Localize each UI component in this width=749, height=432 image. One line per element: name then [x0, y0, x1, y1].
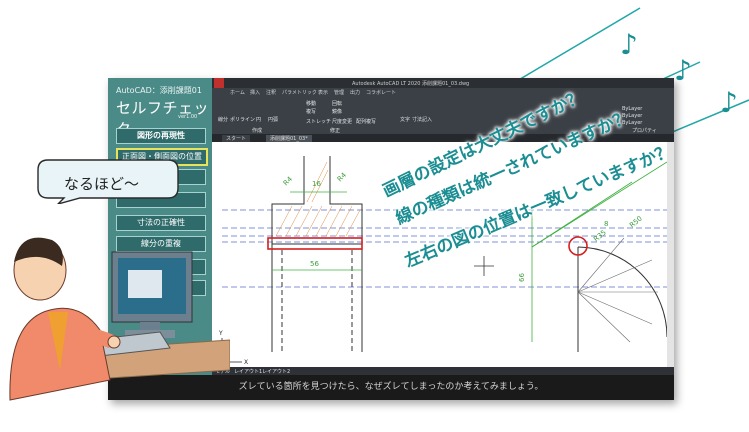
tool-circle[interactable]: 円: [256, 116, 261, 123]
layout-tab-2[interactable]: レイアウト2: [262, 368, 290, 375]
tool-stretch[interactable]: ストレッチ: [306, 118, 331, 125]
music-note-icon-3: ♪: [720, 86, 738, 119]
tab-collaborate[interactable]: コラボレート: [366, 89, 396, 96]
tool-scale[interactable]: 尺度変更: [332, 118, 352, 125]
vertical-scrollbar[interactable]: [667, 142, 674, 367]
tool-text[interactable]: 文字: [400, 116, 410, 123]
dim-56: 56: [310, 260, 319, 268]
tab-manage[interactable]: 管理: [334, 89, 344, 96]
window-title: Autodesk AutoCAD LT 2020 添削課題01_03.dwg: [352, 81, 470, 87]
dim-r35: R35: [592, 229, 608, 244]
app-label: AutoCAD：添削課題01: [116, 86, 202, 95]
tool-array[interactable]: 配列複写: [356, 118, 376, 125]
dim-r4-b: R4: [336, 171, 349, 184]
file-tab-start[interactable]: スタート: [222, 135, 251, 142]
version-label: ver1.00: [178, 114, 198, 120]
dim-66: 66: [518, 273, 526, 282]
dim-r50: R50: [628, 215, 644, 230]
person-at-computer-illustration: [9, 237, 230, 401]
tab-insert[interactable]: 挿入: [250, 89, 260, 96]
group-modify: 修正: [330, 128, 341, 134]
speech-bubble-text: なるほど～: [64, 175, 140, 193]
tab-parametric[interactable]: パラメトリック: [282, 89, 317, 96]
tool-copy[interactable]: 複写: [306, 108, 316, 115]
dim-16: 16: [312, 180, 321, 188]
music-note-icon-2: ♪: [674, 54, 692, 87]
layout-tab-1[interactable]: レイアウト1: [234, 368, 262, 375]
dim-r4-a: R4: [282, 175, 295, 188]
tab-home[interactable]: ホーム: [230, 89, 245, 96]
tab-output[interactable]: 出力: [350, 89, 360, 96]
music-note-icon: ♪: [620, 28, 638, 61]
tool-arc[interactable]: 円弧: [268, 116, 278, 123]
check-button-reproducibility[interactable]: 図形の再現性: [116, 128, 206, 144]
tool-polyline[interactable]: ポリライン: [230, 116, 255, 123]
tab-annotate[interactable]: 注釈: [266, 89, 276, 96]
group-properties: プロパティ: [632, 128, 657, 134]
group-draw: 作成: [252, 128, 263, 134]
autocad-logo-icon[interactable]: [214, 78, 224, 88]
file-tab-drawing[interactable]: 添削課題01_03*: [266, 135, 312, 142]
tool-move[interactable]: 移動: [306, 100, 316, 107]
tool-line[interactable]: 線分: [218, 116, 228, 123]
axis-x-label: X: [244, 359, 248, 366]
tool-dimension[interactable]: 寸法記入: [412, 116, 432, 123]
tab-view[interactable]: 表示: [318, 89, 328, 96]
tool-rotate[interactable]: 回転: [332, 100, 342, 107]
crosshair-cursor: [474, 256, 494, 276]
tool-mirror[interactable]: 鏡像: [332, 108, 342, 115]
title-bar: Autodesk AutoCAD LT 2020 添削課題01_03.dwg: [212, 78, 674, 88]
status-bar: モデル レイアウト1 レイアウト2: [212, 367, 674, 375]
dim-8: 8: [604, 220, 608, 228]
